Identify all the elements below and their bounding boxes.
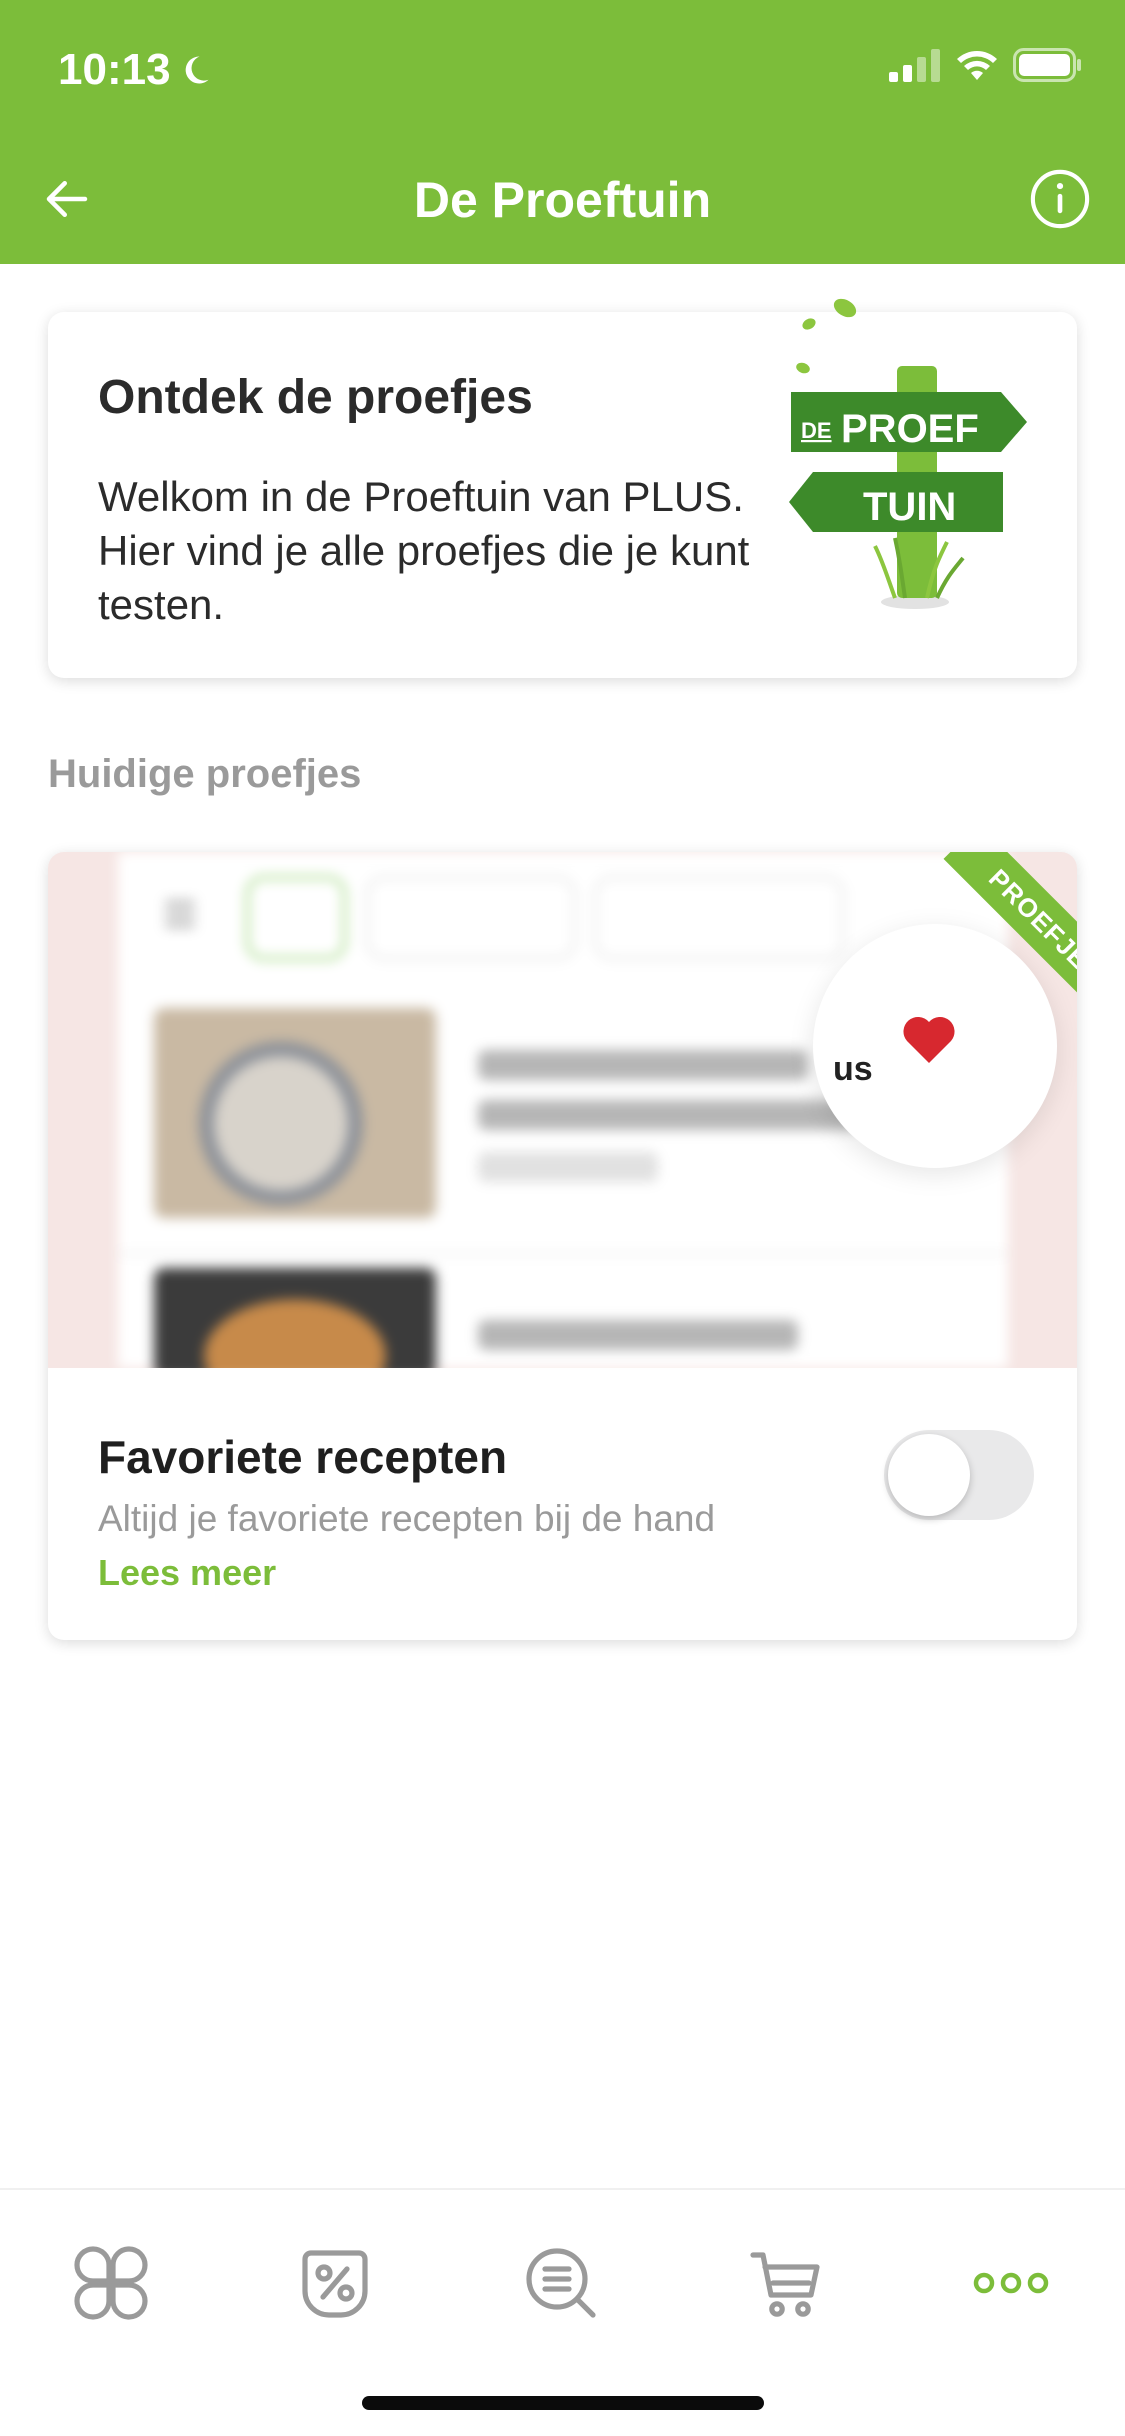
preview-chip-favorites	[594, 876, 844, 960]
percent-badge-icon	[302, 2250, 368, 2318]
cellular-signal-icon	[889, 49, 940, 82]
proeftuin-signpost-logo: DE PROEF TUIN	[789, 298, 1027, 609]
logo-text-small: DE	[801, 418, 832, 443]
tab-home[interactable]	[56, 2228, 166, 2338]
status-icons	[889, 48, 1083, 82]
status-bar: 10:13	[0, 0, 1125, 140]
heart-icon	[903, 1016, 955, 1063]
info-circle-icon	[1030, 169, 1090, 229]
preview-recipe-title-line	[478, 1100, 858, 1130]
feature-preview-image: us PROEFJE	[48, 852, 1077, 1368]
preview-recipe-title-line	[478, 1050, 808, 1080]
intro-card: Ontdek de proefjes Welkom in de Proeftui…	[48, 298, 1077, 678]
preview-chip-lunch	[366, 876, 576, 960]
feature-description: Altijd je favoriete recepten bij de hand	[98, 1498, 716, 1539]
logo-text-top: PROEF	[841, 407, 979, 451]
preview-chip-all	[246, 876, 346, 960]
home-indicator[interactable]	[362, 2396, 764, 2410]
tab-search[interactable]	[506, 2228, 616, 2338]
intro-title: Ontdek de proefjes	[98, 371, 533, 424]
search-list-icon	[526, 2248, 596, 2318]
moon-icon	[185, 56, 209, 84]
cart-icon	[750, 2252, 820, 2317]
wifi-icon	[957, 51, 997, 80]
preview-recipe-meta-line	[478, 1152, 658, 1182]
preview-recipe-image-curry	[154, 1268, 436, 1368]
tab-cart[interactable]	[732, 2228, 842, 2338]
battery-icon	[1013, 48, 1081, 82]
preview-divider	[118, 1252, 1008, 1255]
logo-text-bottom: TUIN	[863, 485, 956, 529]
proefje-ribbon: PROEFJE	[927, 852, 1077, 1002]
ribbon-band: PROEFJE	[943, 852, 1077, 1002]
status-time: 10:13	[58, 40, 213, 100]
feature-title: Favoriete recepten	[98, 1431, 508, 1483]
clover-grid-icon	[74, 2246, 148, 2320]
status-time-text: 10:13	[58, 45, 171, 94]
bubble-text: us	[833, 1050, 873, 1088]
page-title: De Proeftuin	[413, 172, 712, 228]
nav-bar: De Proeftuin	[0, 150, 1125, 250]
filter-icon	[165, 900, 195, 928]
favorite-recipes-toggle[interactable]	[884, 1430, 1034, 1520]
more-dots-icon	[973, 2272, 1049, 2294]
ribbon-text: PROEFJE	[983, 862, 1077, 975]
read-more-link[interactable]: Lees meer	[98, 1552, 276, 1594]
intro-text: Welkom in de Proeftuin van PLUS. Hier vi…	[98, 473, 750, 628]
section-heading-current: Huidige proefjes	[48, 752, 362, 796]
info-button[interactable]	[1025, 164, 1095, 234]
feature-card-favorite-recipes[interactable]: us PROEFJE Favoriete recepten Altijd je …	[48, 852, 1077, 1640]
preview-recipe-image-pancakes	[154, 1008, 436, 1218]
app-header: 10:13 De Proeftuin	[0, 0, 1125, 264]
preview-recipe-title-line	[478, 1320, 798, 1350]
tab-more[interactable]	[956, 2228, 1066, 2338]
toggle-knob	[888, 1434, 970, 1516]
tab-offers[interactable]	[280, 2228, 390, 2338]
